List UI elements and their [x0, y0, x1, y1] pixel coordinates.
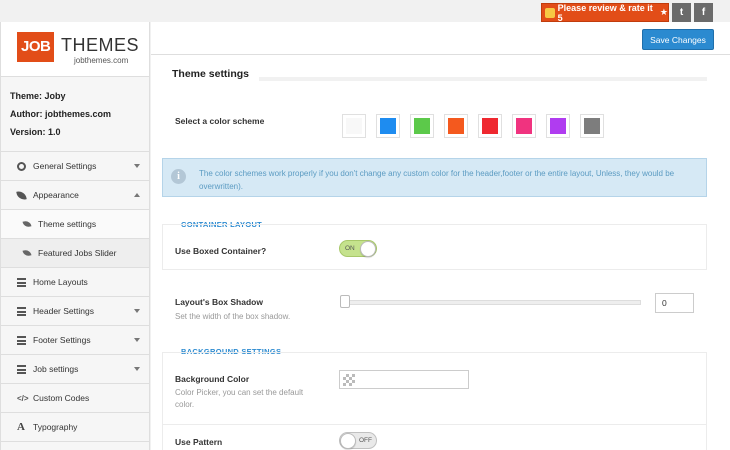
- twitter-icon: t: [679, 7, 684, 18]
- background-color-description: Color Picker, you can set the default co…: [175, 388, 304, 409]
- code-icon: </>: [17, 393, 29, 403]
- sidebar-item-general-settings[interactable]: General Settings: [1, 152, 149, 181]
- color-swatch-fill: [380, 118, 396, 134]
- color-swatch[interactable]: [580, 114, 604, 138]
- list-icon: [17, 306, 26, 316]
- star-icon: ★: [659, 7, 668, 17]
- toggle-knob: [340, 433, 356, 449]
- main-header: Save Changes: [151, 22, 730, 55]
- box-shadow-description: Set the width of the box shadow.: [175, 312, 291, 321]
- box-shadow-label: Layout's Box Shadow: [175, 297, 263, 307]
- list-icon: [17, 277, 26, 287]
- sidebar-item-label: Appearance: [33, 190, 79, 200]
- sidebar-item-label: Typography: [33, 422, 78, 432]
- top-bar: Please review & rate it 5 ★ t f: [0, 0, 730, 23]
- color-swatch-fill: [414, 118, 430, 134]
- chevron-down-icon: [134, 367, 140, 371]
- box-shadow-value-input[interactable]: 0: [655, 293, 694, 313]
- page-title: Theme settings: [172, 68, 250, 80]
- color-swatch[interactable]: [512, 114, 536, 138]
- color-swatch[interactable]: [546, 114, 570, 138]
- leaf-icon: [22, 220, 32, 228]
- boxed-container-toggle[interactable]: ON: [339, 240, 377, 257]
- color-swatch-fill: [516, 118, 532, 134]
- info-notice: i The color schemes work properly if you…: [162, 158, 707, 197]
- list-icon: [17, 335, 26, 345]
- background-color-picker[interactable]: [339, 370, 469, 389]
- row-divider: [162, 424, 707, 425]
- transparent-swatch-icon: [343, 374, 355, 386]
- sidebar-item-featured-jobs-slider[interactable]: Featured Jobs Slider: [1, 239, 149, 268]
- sidebar-item-label: Footer Settings: [33, 335, 91, 345]
- sidebar-item-typography[interactable]: A Typography: [1, 413, 149, 442]
- background-color-label: Background Color: [175, 374, 250, 384]
- sidebar-item-appearance[interactable]: Appearance: [1, 181, 149, 210]
- sidebar-item-job-settings[interactable]: Job settings: [1, 355, 149, 384]
- logo-themes-text: THEMES: [61, 35, 140, 55]
- facebook-button[interactable]: f: [694, 3, 713, 22]
- theme-info: Theme: Joby Author: jobthemes.com Versio…: [1, 77, 149, 152]
- box-shadow-slider-handle[interactable]: [340, 295, 350, 308]
- use-pattern-label: Use Pattern: [175, 437, 223, 447]
- info-text: The color schemes work properly if you d…: [199, 169, 675, 191]
- toggle-state: OFF: [359, 437, 372, 444]
- color-scheme-label: Select a color scheme: [175, 116, 265, 126]
- twitter-button[interactable]: t: [672, 3, 691, 22]
- color-swatch[interactable]: [478, 114, 502, 138]
- chevron-up-icon: [134, 193, 140, 197]
- theme-version: Version: 1.0: [10, 127, 61, 137]
- sidebar-item-home-layouts[interactable]: Home Layouts: [1, 268, 149, 297]
- logo-domain-text: jobthemes.com: [74, 56, 129, 65]
- color-swatch[interactable]: [376, 114, 400, 138]
- sidebar-item-label: Job settings: [33, 364, 79, 374]
- sidebar-item-footer-settings[interactable]: Footer Settings: [1, 326, 149, 355]
- box-shadow-slider-track[interactable]: [342, 300, 641, 305]
- sidebar-item-label: Custom Codes: [33, 393, 90, 403]
- boxed-container-label: Use Boxed Container?: [175, 246, 267, 256]
- chevron-down-icon: [134, 338, 140, 342]
- list-icon: [17, 364, 26, 374]
- sidebar-item-label: Featured Jobs Slider: [38, 248, 117, 258]
- sidebar-item-label: Theme settings: [38, 219, 97, 229]
- chevron-down-icon: [134, 309, 140, 313]
- toggle-state: ON: [345, 245, 355, 252]
- save-changes-button[interactable]: Save Changes: [642, 29, 714, 50]
- toggle-knob: [360, 241, 376, 257]
- main-panel: Save Changes Theme settings Select a col…: [151, 22, 730, 450]
- color-swatch-fill: [448, 118, 464, 134]
- color-swatch-fill: [482, 118, 498, 134]
- color-swatch-fill: [584, 118, 600, 134]
- chevron-down-icon: [134, 164, 140, 168]
- thumbs-up-icon: [545, 7, 555, 18]
- sidebar-item-label: General Settings: [33, 161, 97, 171]
- use-pattern-toggle[interactable]: OFF: [339, 432, 377, 449]
- color-swatch-fill: [346, 118, 362, 134]
- color-swatch[interactable]: [444, 114, 468, 138]
- sidebar-item-theme-settings[interactable]: Theme settings: [1, 210, 149, 239]
- color-swatch[interactable]: [410, 114, 434, 138]
- sidebar-item-label: Header Settings: [33, 306, 94, 316]
- sidebar-item-custom-codes[interactable]: </> Custom Codes: [1, 384, 149, 413]
- logo: JOB THEMES jobthemes.com: [1, 22, 149, 77]
- sidebar: JOB THEMES jobthemes.com Theme: Joby Aut…: [0, 22, 150, 450]
- theme-author: Author: jobthemes.com: [10, 109, 112, 119]
- gear-icon: [17, 161, 26, 171]
- review-label: Please review & rate it 5: [557, 2, 653, 23]
- color-swatch[interactable]: [342, 114, 366, 138]
- leaf-icon: [22, 249, 32, 257]
- section-divider: [259, 77, 707, 81]
- info-icon: i: [171, 169, 186, 184]
- sidebar-item-header-settings[interactable]: Header Settings: [1, 297, 149, 326]
- facebook-icon: f: [701, 7, 706, 18]
- logo-job-text: JOB: [17, 32, 55, 62]
- review-rate-button[interactable]: Please review & rate it 5 ★: [541, 2, 669, 23]
- typography-icon: A: [17, 420, 25, 433]
- color-swatch-fill: [550, 118, 566, 134]
- leaf-icon: [16, 189, 27, 201]
- sidebar-item-label: Home Layouts: [33, 277, 88, 287]
- theme-name: Theme: Joby: [10, 91, 66, 101]
